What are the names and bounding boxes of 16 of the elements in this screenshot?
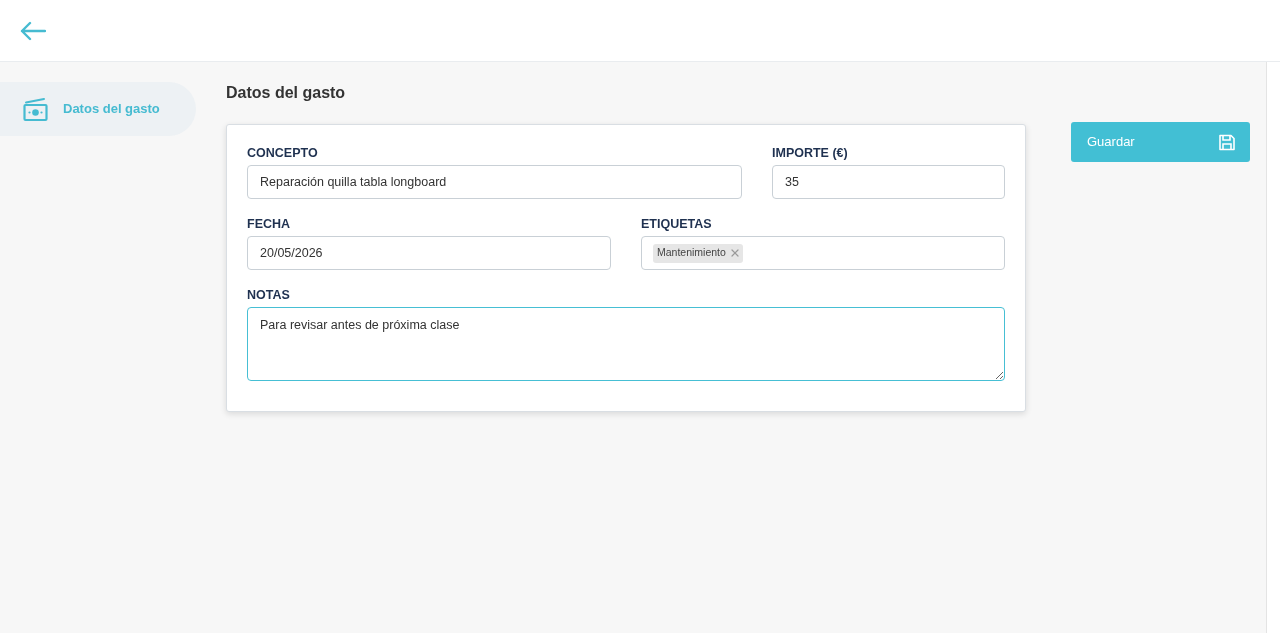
remove-tag-icon[interactable] bbox=[730, 249, 739, 257]
section-title: Datos del gasto bbox=[226, 83, 347, 103]
back-arrow-icon[interactable] bbox=[20, 20, 46, 41]
notes-field[interactable]: Para revisar antes de próxima clase bbox=[247, 307, 1005, 381]
field-label: IMPORTE (€) bbox=[772, 145, 848, 161]
field-label: ETIQUETAS bbox=[641, 216, 712, 232]
tag-label: Mantenimiento bbox=[657, 245, 726, 261]
field-label: CONCEPTO bbox=[247, 145, 318, 161]
scrollbar-track[interactable] bbox=[1266, 62, 1280, 633]
field-label: NOTAS bbox=[247, 287, 290, 303]
text-field[interactable]: Reparación quilla tabla longboard bbox=[247, 165, 742, 199]
field-label: FECHA bbox=[247, 216, 291, 232]
amount-field[interactable]: 35 bbox=[772, 165, 1005, 199]
banknote-icon bbox=[23, 96, 48, 122]
tags-field[interactable]: Mantenimiento bbox=[641, 236, 1005, 270]
date-field[interactable]: 20/05/2026 bbox=[247, 236, 611, 270]
